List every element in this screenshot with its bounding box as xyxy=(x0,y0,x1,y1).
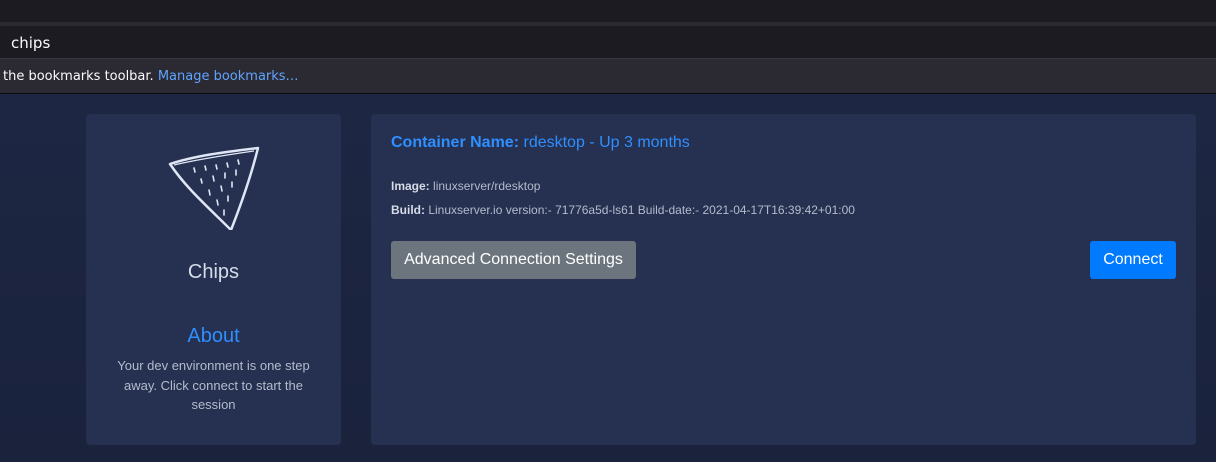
chip-icon xyxy=(168,146,260,230)
advanced-connection-settings-button[interactable]: Advanced Connection Settings xyxy=(391,241,636,279)
image-value: linuxserver/rdesktop xyxy=(433,179,541,193)
manage-bookmarks-link[interactable]: Manage bookmarks… xyxy=(158,69,299,84)
app-name: Chips xyxy=(187,261,240,283)
address-bar[interactable]: chips xyxy=(0,26,1216,59)
image-label: Image: xyxy=(391,179,430,193)
container-name-value: rdesktop - Up 3 months xyxy=(523,134,690,151)
browser-tab-strip xyxy=(0,0,1216,22)
address-bar-text[interactable]: chips xyxy=(11,34,50,52)
about-description: Your dev environment is one step away. C… xyxy=(117,358,310,412)
app-info-card: Chips About Your dev environment is one … xyxy=(86,114,341,445)
build-value: Linuxserver.io version:- 71776a5d-ls61 B… xyxy=(428,203,855,217)
container-card: Container Name: rdesktop - Up 3 months I… xyxy=(371,114,1196,445)
page-content: Chips About Your dev environment is one … xyxy=(0,94,1216,462)
connect-button[interactable]: Connect xyxy=(1090,241,1176,279)
container-name-label: Container Name: xyxy=(391,134,520,151)
image-info: Image: linuxserver/rdesktop xyxy=(391,179,540,193)
build-info: Build: Linuxserver.io version:- 71776a5d… xyxy=(391,203,855,217)
build-label: Build: xyxy=(391,203,425,217)
container-name: Container Name: rdesktop - Up 3 months xyxy=(391,134,690,152)
bookmarks-message: the bookmarks toolbar. Manage bookmarks… xyxy=(3,69,299,84)
bookmarks-message-text: the bookmarks toolbar. xyxy=(3,69,154,84)
about-link[interactable]: About xyxy=(86,325,341,348)
bookmarks-toolbar: the bookmarks toolbar. Manage bookmarks… xyxy=(0,59,1216,94)
